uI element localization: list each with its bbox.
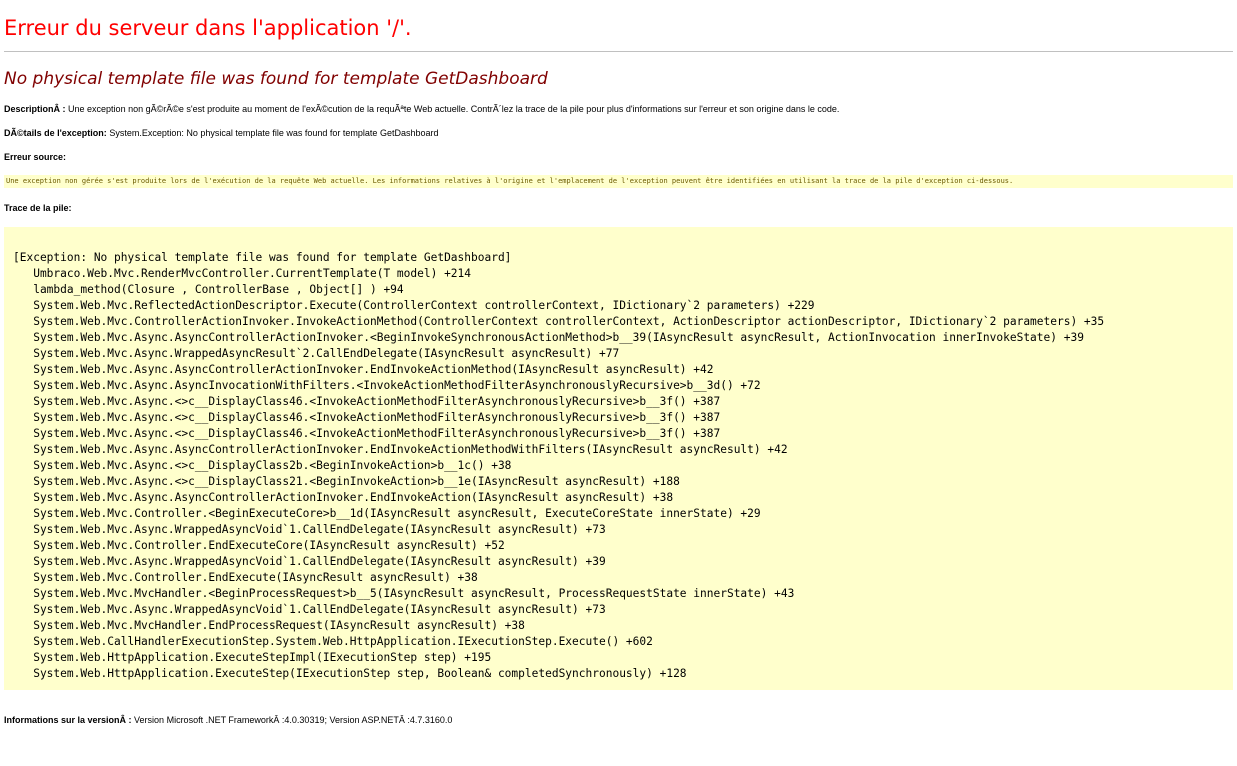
- description-line: DescriptionÂ : Une exception non gÃ©rÃ©e…: [4, 103, 1233, 115]
- stack-trace-line: Trace de la pile:: [4, 202, 1233, 214]
- description-text: Une exception non gÃ©rÃ©e s'est produite…: [68, 104, 840, 114]
- page-title: Erreur du serveur dans l'application '/'…: [4, 16, 412, 40]
- stack-trace-box[interactable]: [Exception: No physical template file wa…: [4, 227, 1233, 690]
- source-error-box[interactable]: Une exception non gérée s'est produite l…: [4, 175, 1233, 188]
- version-info-line: Informations sur la versionÂ : Version M…: [4, 714, 1233, 726]
- stack-trace-text: [Exception: No physical template file wa…: [13, 251, 1105, 680]
- exception-title: No physical template file was found for …: [4, 69, 548, 89]
- stack-trace-label: Trace de la pile:: [4, 203, 72, 213]
- exception-details-line: DÃ©tails de l'exception: System.Exceptio…: [4, 127, 1233, 139]
- source-error-text: Une exception non gérée s'est produite l…: [6, 177, 1014, 185]
- source-error-label: Erreur source:: [4, 152, 67, 162]
- version-info-text: Version Microsoft .NET FrameworkÂ :4.0.3…: [134, 715, 453, 725]
- description-label: DescriptionÂ :: [4, 104, 66, 114]
- exception-details-text: System.Exception: No physical template f…: [109, 128, 439, 138]
- source-error-line: Erreur source:: [4, 151, 1233, 163]
- version-info-label: Informations sur la versionÂ :: [4, 715, 132, 725]
- error-page: Erreur du serveur dans l'application '/'…: [0, 0, 1237, 726]
- exception-details-label: DÃ©tails de l'exception:: [4, 128, 107, 138]
